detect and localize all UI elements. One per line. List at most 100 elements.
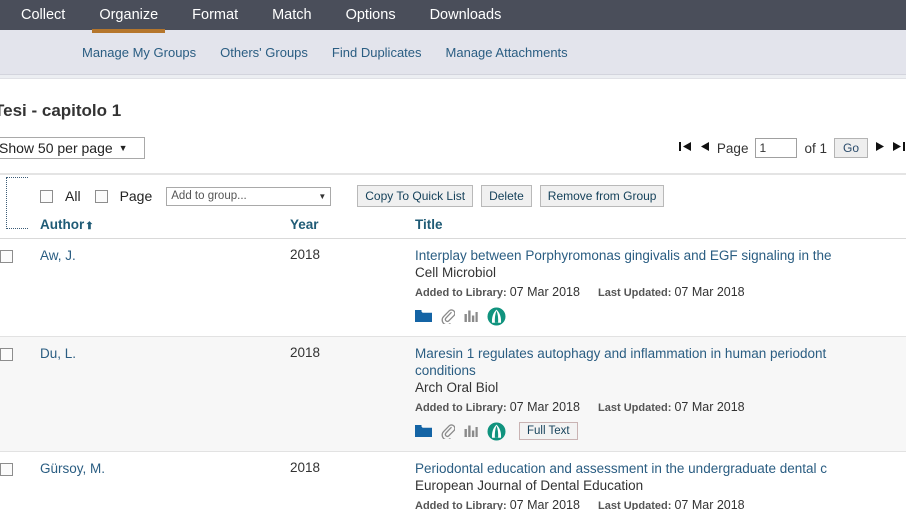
nav-item-organize-label: Organize <box>99 7 159 23</box>
column-header-year[interactable]: Year <box>290 217 415 232</box>
record-metadata: Added to Library: 07 Mar 2018 Last Updat… <box>415 498 906 510</box>
last-updated-value: 07 Mar 2018 <box>674 400 745 414</box>
last-updated-label: Last Updated: <box>598 287 672 299</box>
sort-ascending-icon: ⬆ <box>85 221 94 232</box>
nav-item-options[interactable]: Options <box>329 0 413 30</box>
row-author-cell: Gürsoy, M. <box>40 460 290 510</box>
paperclip-icon[interactable] <box>441 308 455 324</box>
row-title-cell: Periodontal education and assessment in … <box>415 460 906 510</box>
subnav-item-manage-attachments-label: Manage Attachments <box>445 44 568 60</box>
last-updated-value: 07 Mar 2018 <box>674 285 745 299</box>
nav-item-downloads[interactable]: Downloads <box>413 0 519 30</box>
added-to-library-label: Added to Library: <box>415 402 507 414</box>
chevron-down-icon: ▼ <box>118 143 128 153</box>
last-updated-label: Last Updated: <box>598 500 672 510</box>
column-header-year-label: Year <box>290 217 319 232</box>
select-page-checkbox[interactable] <box>94 189 108 203</box>
row-author-cell: Du, L. <box>40 345 290 441</box>
added-to-library-value: 07 Mar 2018 <box>509 285 580 299</box>
table-row: Du, L. 2018 Maresin 1 regulates autophag… <box>0 337 906 452</box>
folder-icon[interactable] <box>415 309 432 323</box>
remove-from-group-button[interactable]: Remove from Group <box>539 185 665 207</box>
add-to-group-value: Add to group... <box>171 190 247 202</box>
pagination-controls: Page of 1 Go <box>678 138 906 158</box>
row-checkbox-cell <box>0 247 40 326</box>
record-icon-row <box>415 306 906 326</box>
list-controls: Show 50 per page ▼ Page of 1 Go <box>0 137 906 159</box>
page-title: Tesi - capitolo 1 <box>0 101 122 120</box>
table-row: Gürsoy, M. 2018 Periodontal education an… <box>0 452 906 510</box>
row-year-cell: 2018 <box>290 460 321 475</box>
select-all-checkbox[interactable] <box>40 189 53 203</box>
nav-item-format[interactable]: Format <box>175 0 255 30</box>
last-page-icon[interactable] <box>893 141 906 155</box>
row-select-checkbox[interactable] <box>0 250 13 263</box>
subnav-item-find-duplicates[interactable]: Find Duplicates <box>320 45 434 60</box>
bar-chart-icon[interactable] <box>464 309 478 323</box>
go-button[interactable]: Go <box>833 138 868 158</box>
delete-button[interactable]: Delete <box>481 185 532 207</box>
journal-name: European Journal of Dental Education <box>415 478 644 493</box>
author-link[interactable]: Du, L. <box>40 346 76 361</box>
subnav-item-others-groups[interactable]: Others' Groups <box>208 45 320 60</box>
record-title-link[interactable]: Periodontal education and assessment in … <box>415 460 906 477</box>
record-title-link[interactable]: Interplay between Porphyromonas gingival… <box>415 247 906 264</box>
full-text-button[interactable]: Full Text <box>519 422 578 440</box>
row-select-checkbox[interactable] <box>0 348 13 361</box>
record-title-link[interactable]: Maresin 1 regulates autophagy and inflam… <box>415 345 906 362</box>
last-updated-value: 07 Mar 2018 <box>674 498 745 510</box>
nav-item-collect[interactable]: Collect <box>4 0 82 30</box>
journal-name: Arch Oral Biol <box>415 380 499 395</box>
record-metadata: Added to Library: 07 Mar 2018 Last Updat… <box>415 285 906 301</box>
copy-to-quick-list-button[interactable]: Copy To Quick List <box>357 185 474 207</box>
paperclip-icon[interactable] <box>441 423 455 439</box>
subnav-item-manage-my-groups[interactable]: Manage My Groups <box>70 45 208 60</box>
column-header-author[interactable]: Author⬆ <box>0 217 290 232</box>
nav-item-organize[interactable]: Organize <box>82 0 175 33</box>
records-list: Aw, J. 2018 Interplay between Porphyromo… <box>0 239 906 510</box>
author-link[interactable]: Aw, J. <box>40 248 76 263</box>
open-access-icon[interactable] <box>487 422 506 441</box>
select-all-label: All <box>65 188 81 204</box>
add-to-group-select[interactable]: Add to group... ▼ <box>166 186 332 206</box>
select-page-label: Page <box>119 188 153 204</box>
table-row: Aw, J. 2018 Interplay between Porphyromo… <box>0 239 906 337</box>
added-to-library-label: Added to Library: <box>415 500 507 510</box>
main-content: Tesi - capitolo 1 Show 50 per page ▼ Pag… <box>0 79 906 510</box>
nav-item-options-label: Options <box>345 7 396 23</box>
nav-item-collect-label: Collect <box>21 7 66 23</box>
column-header-title-label: Title <box>415 217 443 232</box>
column-header-author-label: Author <box>40 217 85 232</box>
row-select-checkbox[interactable] <box>0 463 13 476</box>
bar-chart-icon[interactable] <box>464 424 478 438</box>
main-navigation-bar: Collect Organize Format Match Options Do… <box>0 0 906 33</box>
chevron-down-icon: ▼ <box>318 191 327 201</box>
open-access-icon[interactable] <box>487 307 506 326</box>
page-number-input[interactable] <box>755 138 798 158</box>
next-page-icon[interactable] <box>875 141 886 155</box>
table-column-headers: Author⬆ Year Title <box>0 213 906 238</box>
per-page-label: Show 50 per page <box>0 140 113 156</box>
record-title-link-line2[interactable]: conditions <box>415 362 906 379</box>
subnav-item-manage-attachments[interactable]: Manage Attachments <box>434 45 580 60</box>
journal-name: Cell Microbiol <box>415 265 497 280</box>
added-to-library-value: 07 Mar 2018 <box>509 400 580 414</box>
author-link[interactable]: Gürsoy, M. <box>40 461 105 476</box>
prev-page-icon[interactable] <box>699 141 710 155</box>
nav-item-match[interactable]: Match <box>255 0 329 30</box>
row-checkbox-cell <box>0 345 40 441</box>
row-title-cell: Interplay between Porphyromonas gingival… <box>415 247 906 326</box>
per-page-select[interactable]: Show 50 per page ▼ <box>0 137 145 159</box>
row-author-cell: Aw, J. <box>40 247 290 326</box>
nav-item-downloads-label: Downloads <box>429 7 502 23</box>
secondary-navigation-bar: Manage My Groups Others' Groups Find Dup… <box>0 30 906 75</box>
nav-item-format-label: Format <box>192 7 239 23</box>
first-page-icon[interactable] <box>678 141 692 155</box>
row-title-cell: Maresin 1 regulates autophagy and inflam… <box>415 345 906 441</box>
folder-icon[interactable] <box>415 424 432 438</box>
added-to-library-value: 07 Mar 2018 <box>509 498 580 510</box>
column-header-title[interactable]: Title <box>415 217 906 232</box>
row-year-cell: 2018 <box>290 345 321 360</box>
subnav-item-others-groups-label: Others' Groups <box>220 44 308 60</box>
row-checkbox-cell <box>0 460 40 510</box>
